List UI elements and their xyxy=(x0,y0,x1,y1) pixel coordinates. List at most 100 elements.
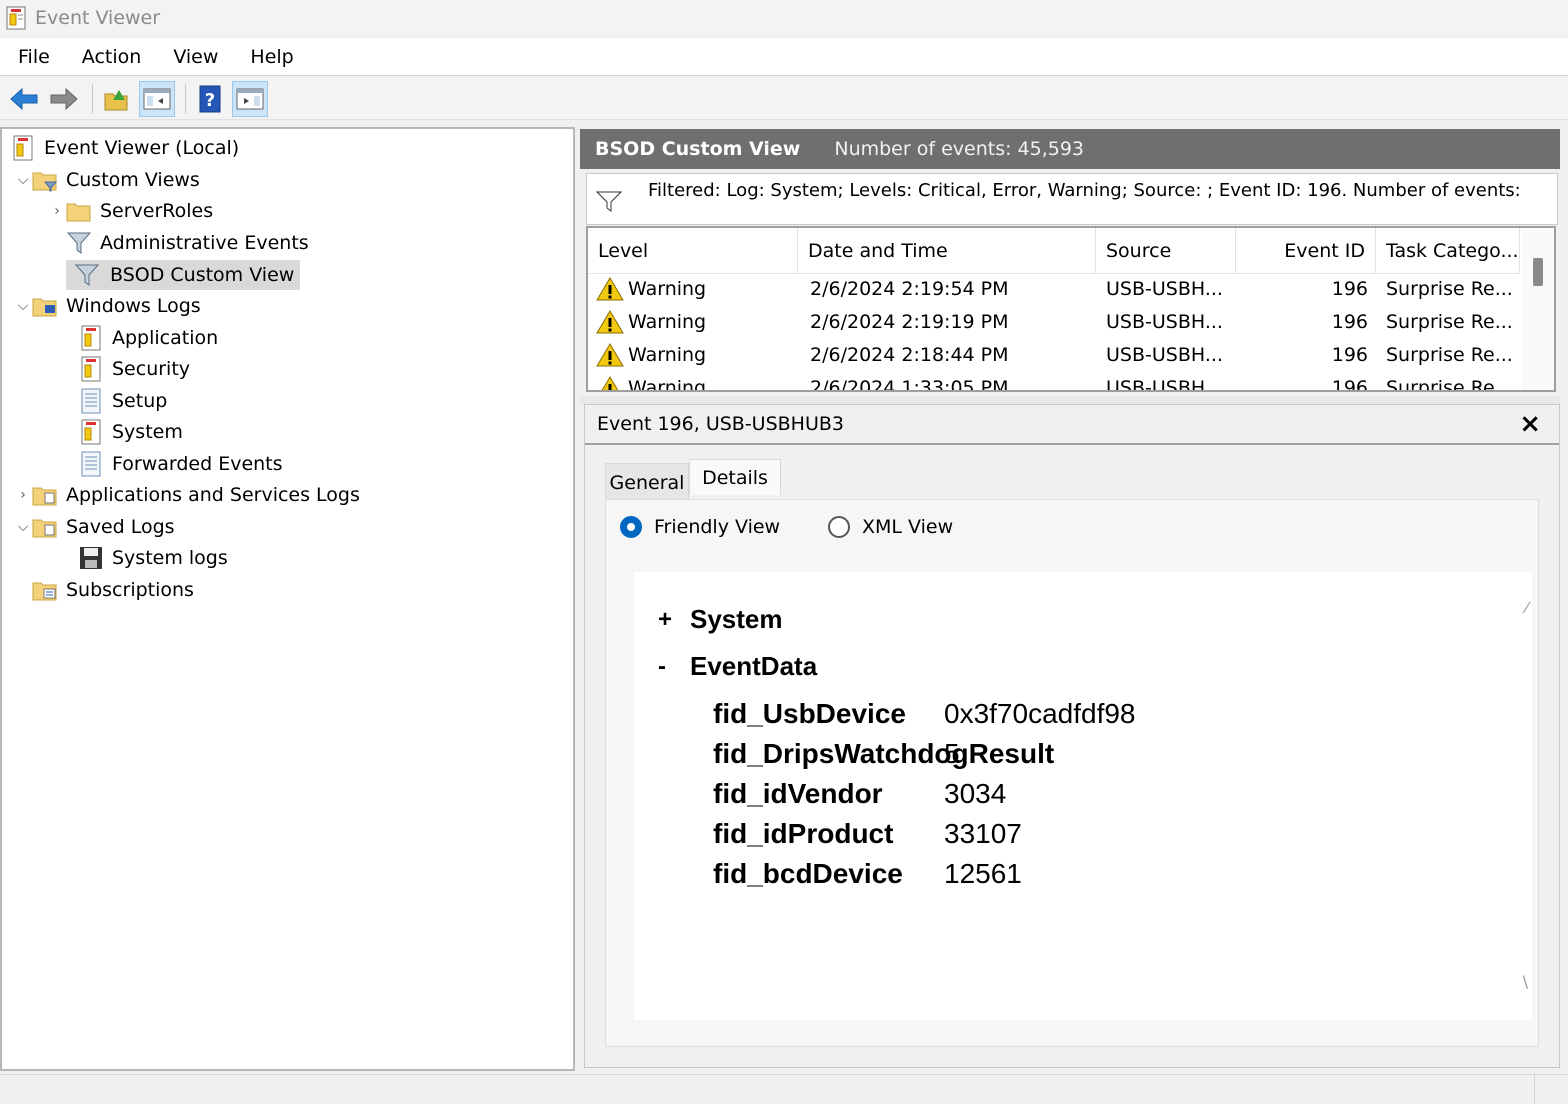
table-row[interactable]: Warning 2/6/2024 2:19:19 PM USB-USBH... … xyxy=(588,305,1520,338)
open-folder-button[interactable] xyxy=(99,81,135,117)
log-list-icon xyxy=(78,388,104,414)
window-title: Event Viewer xyxy=(35,7,161,29)
show-hide-action-pane-icon xyxy=(236,88,264,109)
field-value: 5 xyxy=(944,738,960,769)
close-icon[interactable]: × xyxy=(1519,409,1541,439)
details-tab-body: Friendly View XML View + System - EventD… xyxy=(605,499,1539,1047)
tree-item-custom-views[interactable]: ⌵ Custom Views xyxy=(14,165,200,195)
menu-view[interactable]: View xyxy=(159,46,232,68)
radio-unchecked-icon[interactable] xyxy=(828,516,850,538)
column-header-level[interactable]: Level xyxy=(588,228,798,274)
filter-bar: Filtered: Log: System; Levels: Critical,… xyxy=(586,173,1558,225)
folder-icon xyxy=(32,167,58,193)
tree-item-system[interactable]: System xyxy=(78,417,183,447)
friendly-view-option[interactable]: Friendly View xyxy=(620,516,780,538)
tree-item-serverroles[interactable]: › ServerRoles xyxy=(48,196,213,226)
menu-file[interactable]: File xyxy=(4,46,64,68)
datetime-cell: 2/6/2024 2:18:44 PM xyxy=(810,343,1009,366)
event-log-icon xyxy=(78,419,104,445)
table-vertical-scrollbar[interactable] xyxy=(1522,228,1554,390)
system-section[interactable]: + System xyxy=(658,604,783,635)
level-text: Warning xyxy=(628,277,707,300)
chevron-down-icon[interactable]: ⌵ xyxy=(14,298,32,314)
tree-label: ServerRoles xyxy=(100,200,214,222)
tab-details[interactable]: Details xyxy=(689,459,781,495)
tree-item-setup[interactable]: Setup xyxy=(78,386,167,416)
tree-label: Event Viewer (Local) xyxy=(44,137,240,159)
warning-icon xyxy=(596,309,624,333)
tab-general[interactable]: General xyxy=(605,463,689,501)
tree-item-event-viewer-local[interactable]: Event Viewer (Local) xyxy=(10,133,239,163)
filter-funnel-icon xyxy=(74,262,100,288)
field-value: 33107 xyxy=(944,818,1022,849)
floppy-disk-icon xyxy=(78,545,104,571)
title-bar: Event Viewer xyxy=(0,0,1568,36)
chevron-down-icon[interactable]: ⌵ xyxy=(14,519,32,535)
friendly-view-content: + System - EventData fid_UsbDevice 0x3f7… xyxy=(634,572,1532,1020)
system-section-label: System xyxy=(690,604,783,634)
expand-icon[interactable]: + xyxy=(658,606,690,634)
toolbar-separator xyxy=(185,83,186,114)
event-id-cell: 196 xyxy=(1331,310,1368,333)
collapse-icon[interactable]: - xyxy=(658,653,690,681)
tree-item-system-logs[interactable]: System logs xyxy=(78,543,228,573)
filter-description: Filtered: Log: System; Levels: Critical,… xyxy=(648,180,1521,201)
pane-splitter[interactable] xyxy=(580,396,1560,404)
task-category-cell: Surprise Re... xyxy=(1386,343,1513,366)
tree-item-application[interactable]: Application xyxy=(78,323,218,353)
field-value: 12561 xyxy=(944,858,1022,889)
xml-view-option[interactable]: XML View xyxy=(828,516,953,538)
event-viewer-app-icon xyxy=(6,6,26,30)
tree-item-security[interactable]: Security xyxy=(78,354,190,384)
chevron-right-icon[interactable]: › xyxy=(48,203,66,219)
tree-item-bsod-custom-view[interactable]: BSOD Custom View xyxy=(66,260,301,290)
table-row[interactable]: Warning 2/6/2024 2:19:54 PM USB-USBH... … xyxy=(588,272,1520,305)
table-row[interactable]: Warning 2/6/2024 1:33:05 PM USB-USBH... … xyxy=(588,371,1520,392)
event-log-icon xyxy=(78,325,104,351)
toolbar-separator xyxy=(92,83,93,114)
tree-label: BSOD Custom View xyxy=(108,264,301,286)
tree-item-saved-logs[interactable]: ⌵ Saved Logs xyxy=(14,512,175,542)
field-name: fid_UsbDevice xyxy=(713,698,906,729)
column-header-event-id[interactable]: Event ID xyxy=(1236,228,1376,274)
tree-item-windows-logs[interactable]: ⌵ Windows Logs xyxy=(14,291,201,321)
back-button[interactable] xyxy=(6,81,42,117)
tree-label: Application xyxy=(112,327,219,349)
eventdata-section[interactable]: - EventData xyxy=(658,651,817,682)
tree-item-subscriptions[interactable]: Subscriptions xyxy=(32,575,194,605)
forward-arrow-icon xyxy=(50,87,78,110)
scroll-down-hint-icon: \ xyxy=(1522,972,1528,991)
menu-help[interactable]: Help xyxy=(236,46,307,68)
radio-checked-icon[interactable] xyxy=(620,516,642,538)
tree-label: Windows Logs xyxy=(66,295,201,317)
level-text: Warning xyxy=(628,310,707,333)
table-row[interactable]: Warning 2/6/2024 2:18:44 PM USB-USBH... … xyxy=(588,338,1520,371)
column-header-source[interactable]: Source xyxy=(1096,228,1236,274)
forward-button[interactable] xyxy=(46,81,82,117)
help-button[interactable]: ? xyxy=(192,81,228,117)
chevron-right-icon[interactable]: › xyxy=(14,487,32,503)
eventdata-field: fid_UsbDevice 0x3f70cadfdf98 xyxy=(713,696,1136,732)
tree-label: Saved Logs xyxy=(66,516,175,538)
tree-item-administrative-events[interactable]: Administrative Events xyxy=(66,228,309,258)
show-hide-tree-button[interactable] xyxy=(139,80,175,117)
folder-icon xyxy=(32,293,58,319)
chevron-down-icon[interactable]: ⌵ xyxy=(14,172,32,188)
view-header: BSOD Custom View Number of events: 45,59… xyxy=(580,129,1560,169)
scrollbar-thumb[interactable] xyxy=(1533,258,1543,286)
datetime-cell: 2/6/2024 2:19:19 PM xyxy=(810,310,1009,333)
eventdata-field: fid_DripsWatchdogResult 5 xyxy=(713,736,1054,772)
event-id-cell: 196 xyxy=(1331,376,1368,392)
tree-item-apps-services-logs[interactable]: › Applications and Services Logs xyxy=(14,480,360,510)
level-cell: Warning xyxy=(596,338,796,371)
toolbar: ? xyxy=(0,78,1568,120)
warning-icon xyxy=(596,342,624,366)
tree-label: System xyxy=(112,421,183,443)
column-header-task-category[interactable]: Task Catego... xyxy=(1376,228,1520,274)
tree-item-forwarded-events[interactable]: Forwarded Events xyxy=(78,449,283,479)
menu-action[interactable]: Action xyxy=(68,46,156,68)
event-viewer-icon xyxy=(10,135,36,161)
show-hide-action-pane-button[interactable] xyxy=(232,80,268,117)
level-cell: Warning xyxy=(596,371,796,390)
column-header-date-time[interactable]: Date and Time xyxy=(798,228,1096,274)
